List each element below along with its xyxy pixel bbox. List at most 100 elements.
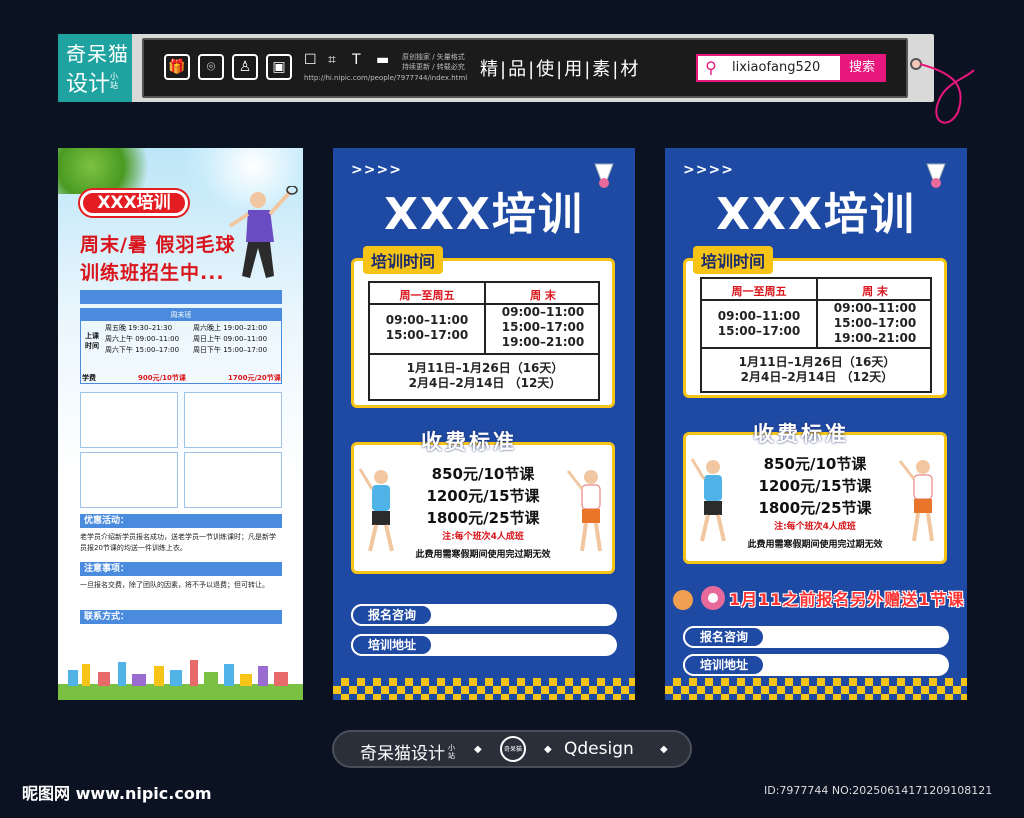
col-head-weekend: 周 末 <box>862 285 888 298</box>
consult-label: 报名咨询 <box>351 604 433 626</box>
gift-icon[interactable]: 🎁 <box>164 54 190 80</box>
arrows: >>>> <box>683 162 734 178</box>
schedule-row: 周六下午 15:00–17:00 <box>105 346 180 354</box>
time-label: 培训时间 <box>363 246 444 274</box>
search-box: ⚲ lixiaofang520 搜索 <box>696 54 886 82</box>
checker-border <box>665 678 967 700</box>
checker-border <box>333 678 635 700</box>
table-header: 周末班 <box>81 309 281 321</box>
bag-icon[interactable]: ▣ <box>266 54 292 80</box>
arrows: >>>> <box>351 162 402 178</box>
footer-brand-small: 小站 <box>448 744 455 760</box>
player-female-illustration <box>898 460 934 542</box>
photo-box <box>184 392 282 448</box>
diamond-icon: ◆ <box>474 744 482 755</box>
photo-box <box>80 392 178 448</box>
consult-field: 报名咨询 <box>683 626 949 648</box>
tree-decoration <box>58 148 168 194</box>
date-range: 2月4日–2月14日 （12天） <box>408 376 562 390</box>
photo-box <box>184 452 282 508</box>
city-skyline <box>58 660 303 700</box>
search-icon: ⚲ <box>705 58 717 77</box>
fee-title: 收费标准 <box>421 430 517 454</box>
section-notice: 注意事项： <box>80 562 282 576</box>
time-label: 培训时间 <box>693 246 774 274</box>
player-female-illustration <box>566 470 602 552</box>
feature-line-a: 原创独家 / 矢量格式 <box>402 53 465 61</box>
date-range: 2月4日–2月14日 （12天） <box>740 370 894 384</box>
camera-icon[interactable]: ⌾ <box>198 54 224 80</box>
weekday-times: 09:00–11:00 15:00–17:00 <box>370 313 484 343</box>
logo-line1: 奇呆猫 <box>66 42 129 66</box>
date-range: 1月11日–1月26日（16天） <box>738 355 896 369</box>
fee-title: 收费标准 <box>753 422 849 446</box>
watermark-left: 昵图网 www.nipic.com <box>22 784 212 803</box>
slogan: 精|品|使|用|素|材 <box>480 59 641 80</box>
weekend-times: 09:00–11:00 15:00–17:00 19:00–21:00 <box>486 305 600 350</box>
weekday-times: 09:00–11:00 15:00–17:00 <box>702 309 816 339</box>
footer-seal: 奇呆猫 <box>500 736 526 762</box>
logo-line2: 设计 <box>66 72 111 97</box>
col-head-weekday: 周一至周五 <box>399 289 455 302</box>
tag-string <box>919 63 975 124</box>
time-table: 周一至周五 周 末 09:00–11:00 15:00–17:00 09:00–… <box>368 281 600 401</box>
promo-text: 1月11之前报名另外赠送1节课 <box>729 590 965 609</box>
schedule-row: 周六上午 09:00–11:00 <box>105 335 180 343</box>
dress-icon[interactable]: ♙ <box>232 54 258 80</box>
brand-logo: 奇呆猫 设计 小站 <box>58 34 132 102</box>
poster-badge: XXX培训 <box>80 190 188 216</box>
fee-row: 学费 900元/10节课 1700元/20节课 <box>80 372 282 384</box>
time-slot: 15:00–17:00 <box>833 316 917 330</box>
section-offer: 优惠活动： <box>80 514 282 528</box>
date-range: 1月11日–1月26日（16天） <box>406 361 564 375</box>
address-field: 培训地址 <box>351 634 617 656</box>
fee-card: 850元/10节课 1200元/15节课 1800元/25节课 注:每个班次4人… <box>351 442 615 574</box>
address-label: 培训地址 <box>683 654 765 676</box>
weekend-times: 09:00–11:00 15:00–17:00 19:00–21:00 <box>818 301 932 346</box>
poster-left: XXX培训 周末/暑 假羽毛球 训练班招生中... 周末班 上课时间 周五晚 1… <box>58 148 303 700</box>
toolbar: 🎁 ⌾ ♙ ▣ ☐ ⌗ T ▬ http://hi.nipic.com/peop… <box>142 38 908 98</box>
table-line <box>702 347 932 349</box>
time-slot: 09:00–11:00 <box>833 301 917 315</box>
time-slot: 09:00–11:00 <box>385 313 469 327</box>
watermark-right: ID:7977744 NO:20250614171209108121 <box>764 784 993 797</box>
time-slot: 15:00–17:00 <box>717 324 801 338</box>
address-label: 培训地址 <box>351 634 433 656</box>
photo-box <box>80 452 178 508</box>
footer-brand: 奇呆猫设计 <box>360 744 445 764</box>
side-label: 上课时间 <box>85 332 99 350</box>
shape-tool[interactable]: ▬ <box>376 52 389 68</box>
section-contact: 联系方式： <box>80 610 282 624</box>
badminton-player-illustration <box>228 186 298 278</box>
search-button[interactable]: 搜索 <box>840 56 884 80</box>
section-notice-text: 一旦报名交费，除了团队的因素，将不予以退费；但可转让。 <box>80 581 269 589</box>
time-slot: 15:00–17:00 <box>501 320 585 334</box>
time-slot: 19:00–21:00 <box>501 335 585 349</box>
select-tool[interactable]: ☐ <box>304 52 317 68</box>
fee-b: 1700元/20节课 <box>228 374 281 382</box>
address-field: 培训地址 <box>683 654 949 676</box>
mascot-illustration <box>673 586 725 610</box>
time-slot: 19:00–21:00 <box>833 331 917 345</box>
crop-tool[interactable]: ⌗ <box>328 52 336 68</box>
player-male-illustration <box>690 458 726 542</box>
time-slot: 09:00–11:00 <box>717 309 801 323</box>
schedule-row: 周日上午 09:00–11:00 <box>193 335 268 343</box>
diamond-icon: ◆ <box>544 744 552 755</box>
time-card: 周一至周五 周 末 09:00–11:00 15:00–17:00 09:00–… <box>351 258 615 408</box>
section-offer-text: 老学员介绍新学员报名成功，送老学员一节训练课时；凡是新学员报20节课的均送一件训… <box>80 533 276 552</box>
schedule-row: 周日下午 15:00–17:00 <box>193 346 268 354</box>
time-slot: 15:00–17:00 <box>385 328 469 342</box>
time-card: 周一至周五 周 末 09:00–11:00 15:00–17:00 09:00–… <box>683 258 947 398</box>
search-input[interactable]: lixiaofang520 <box>732 60 820 75</box>
date-ranges: 1月11日–1月26日（16天） 2月4日–2月14日 （12天） <box>702 355 932 385</box>
col-head-weekday: 周一至周五 <box>731 285 787 298</box>
header-bar: 奇呆猫 设计 小站 🎁 ⌾ ♙ ▣ ☐ ⌗ T ▬ http://hi.nipi… <box>58 34 934 102</box>
poster-blue-b: >>>> XXX培训 周一至周五 周 末 09:00–11:00 15:00–1… <box>665 148 967 700</box>
profile-url: http://hi.nipic.com/people/7977744/index… <box>304 74 468 82</box>
table-line <box>370 353 600 355</box>
player-male-illustration <box>358 468 394 552</box>
text-tool[interactable]: T <box>352 52 361 68</box>
time-slot: 09:00–11:00 <box>501 305 585 319</box>
time-table: 周一至周五 周 末 09:00–11:00 15:00–17:00 09:00–… <box>700 277 932 393</box>
